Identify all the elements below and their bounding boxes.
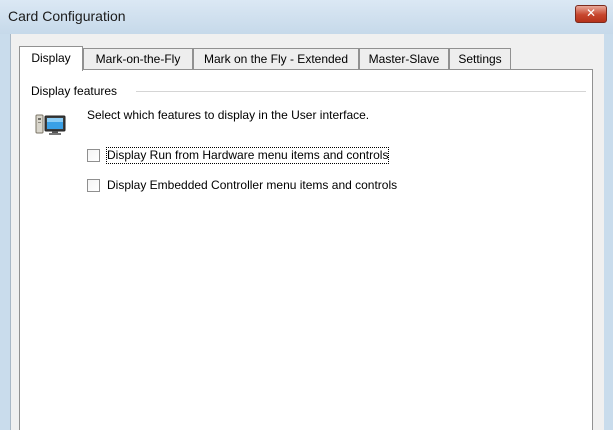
tab-mark-on-the-fly-extended[interactable]: Mark on the Fly - Extended [193,48,359,70]
tab-settings[interactable]: Settings [449,48,511,70]
run-from-hardware-checkbox[interactable] [87,149,100,162]
embedded-controller-checkbox[interactable] [87,179,100,192]
display-features-description: Select which features to display in the … [87,108,370,122]
card-configuration-window: Card Configuration ✕ Display Mark-on-the… [0,0,613,430]
monitor-computer-icon [35,114,66,135]
run-from-hardware-label[interactable]: Display Run from Hardware menu items and… [105,147,390,164]
close-button[interactable]: ✕ [575,5,607,23]
tab-master-slave[interactable]: Master-Slave [359,48,449,70]
close-icon: ✕ [585,6,597,20]
window-title: Card Configuration [8,8,126,24]
tab-display[interactable]: Display [19,46,83,71]
group-divider [136,91,586,92]
embedded-controller-label[interactable]: Display Embedded Controller menu items a… [107,178,397,193]
title-bar[interactable]: Card Configuration ✕ [0,0,613,34]
dialog-client-area: Display Mark-on-the-Fly Mark on the Fly … [10,34,604,430]
display-tab-panel [19,69,593,430]
tab-mark-on-the-fly[interactable]: Mark-on-the-Fly [83,48,193,70]
group-label-display-features: Display features [31,84,118,98]
